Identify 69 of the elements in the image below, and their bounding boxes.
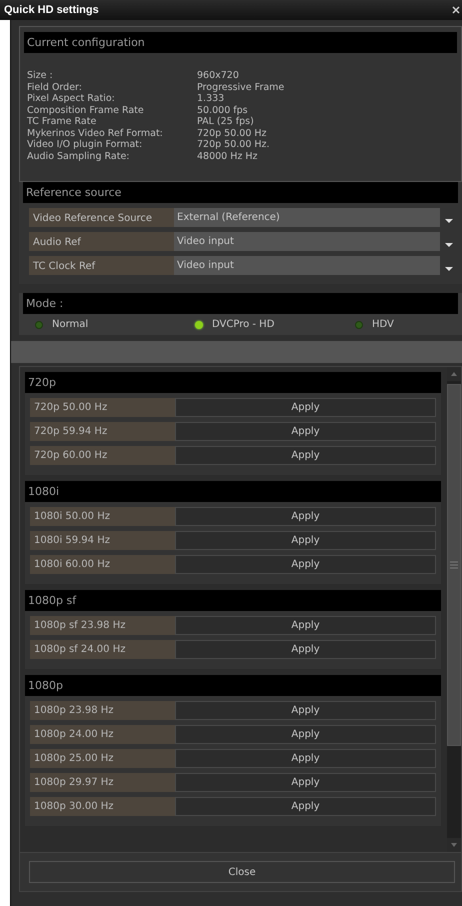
format-label: 1080p 23.98 Hz: [30, 701, 175, 720]
apply-button[interactable]: Apply: [175, 725, 436, 744]
config-label: Pixel Aspect Ratio:: [27, 93, 116, 104]
format-label: 1080p sf 24.00 Hz: [30, 640, 175, 659]
radio-option[interactable]: HDV: [355, 319, 458, 330]
apply-button[interactable]: Apply: [175, 398, 436, 417]
section-header: 1080i: [25, 481, 441, 502]
config-label: Video I/O plugin Format:: [27, 139, 144, 150]
apply-button[interactable]: Apply: [175, 555, 436, 574]
grip-icon: [450, 561, 458, 569]
apply-button[interactable]: Apply: [175, 749, 436, 768]
apply-button[interactable]: Apply: [175, 797, 436, 816]
dropdown-field[interactable]: Video input: [174, 256, 440, 275]
radio-indicator[interactable]: [355, 320, 363, 328]
format-label: 1080i 50.00 Hz: [30, 507, 175, 526]
caret-icon[interactable]: [445, 266, 453, 270]
config-value: 50.000 fps: [197, 104, 249, 116]
apply-button[interactable]: Apply: [175, 773, 436, 792]
dropdown-field[interactable]: External (Reference): [174, 208, 440, 227]
config-value: 1.333: [197, 93, 226, 104]
format-label: 720p 60.00 Hz: [30, 446, 175, 465]
config-value: 48000 Hz Hz: [197, 150, 259, 162]
format-label: 720p 50.00 Hz: [30, 398, 175, 417]
close-icon[interactable]: [452, 6, 460, 14]
radio-indicator[interactable]: [195, 320, 203, 328]
apply-button[interactable]: Apply: [175, 616, 436, 635]
apply-button[interactable]: Apply: [175, 422, 436, 441]
format-label: 720p 59.94 Hz: [30, 422, 175, 441]
section-header: 1080p: [25, 675, 441, 696]
config-label: Size :: [27, 70, 54, 82]
format-label: 1080i 59.94 Hz: [30, 531, 175, 550]
caret-icon[interactable]: [445, 218, 453, 222]
config-label: Field Order:: [27, 82, 83, 93]
window-title: Quick HD settings: [4, 4, 99, 16]
config-label: Mykerinos Video Ref Format:: [27, 128, 164, 139]
format-label: 1080i 60.00 Hz: [30, 555, 175, 574]
scroll-thumb[interactable]: [447, 384, 461, 746]
close-button[interactable]: Close: [29, 861, 455, 883]
config-label: Audio Sampling Rate:: [27, 150, 130, 162]
format-label: 1080p sf 23.98 Hz: [30, 616, 175, 635]
config-value: PAL (25 fps): [197, 116, 255, 128]
format-label: 1080p 30.00 Hz: [30, 797, 175, 816]
config-label: Composition Frame Rate: [27, 104, 145, 116]
radio-indicator[interactable]: [35, 320, 43, 328]
config-value: Progressive Frame: [197, 82, 286, 93]
format-label: 1080p 29.97 Hz: [30, 773, 175, 792]
section-header: Reference source: [23, 182, 458, 203]
radio-option[interactable]: DVCPro - HD: [195, 319, 355, 330]
config-label: TC Frame Rate: [27, 116, 98, 128]
caret-icon[interactable]: [445, 242, 453, 246]
apply-button[interactable]: Apply: [175, 531, 436, 550]
radio-option[interactable]: Normal: [35, 319, 195, 330]
format-label: 1080p 24.00 Hz: [30, 725, 175, 744]
field-label: Video Reference Source: [29, 208, 174, 227]
section-header: Mode :: [23, 293, 458, 314]
config-value: 720p 50.00 Hz: [197, 128, 268, 139]
apply-button[interactable]: Apply: [175, 507, 436, 526]
section-header: 720p: [25, 372, 441, 393]
field-label: Audio Ref: [29, 232, 174, 251]
field-label: TC Clock Ref: [29, 256, 174, 275]
config-value: 960x720: [197, 70, 240, 82]
section-header: Current configuration: [24, 32, 457, 53]
apply-button[interactable]: Apply: [175, 701, 436, 720]
config-value: 720p 50.00 Hz.: [197, 139, 271, 150]
apply-button[interactable]: Apply: [175, 640, 436, 659]
section-header: 1080p sf: [25, 590, 441, 611]
apply-button[interactable]: Apply: [175, 446, 436, 465]
dropdown-field[interactable]: Video input: [174, 232, 440, 251]
format-label: 1080p 25.00 Hz: [30, 749, 175, 768]
